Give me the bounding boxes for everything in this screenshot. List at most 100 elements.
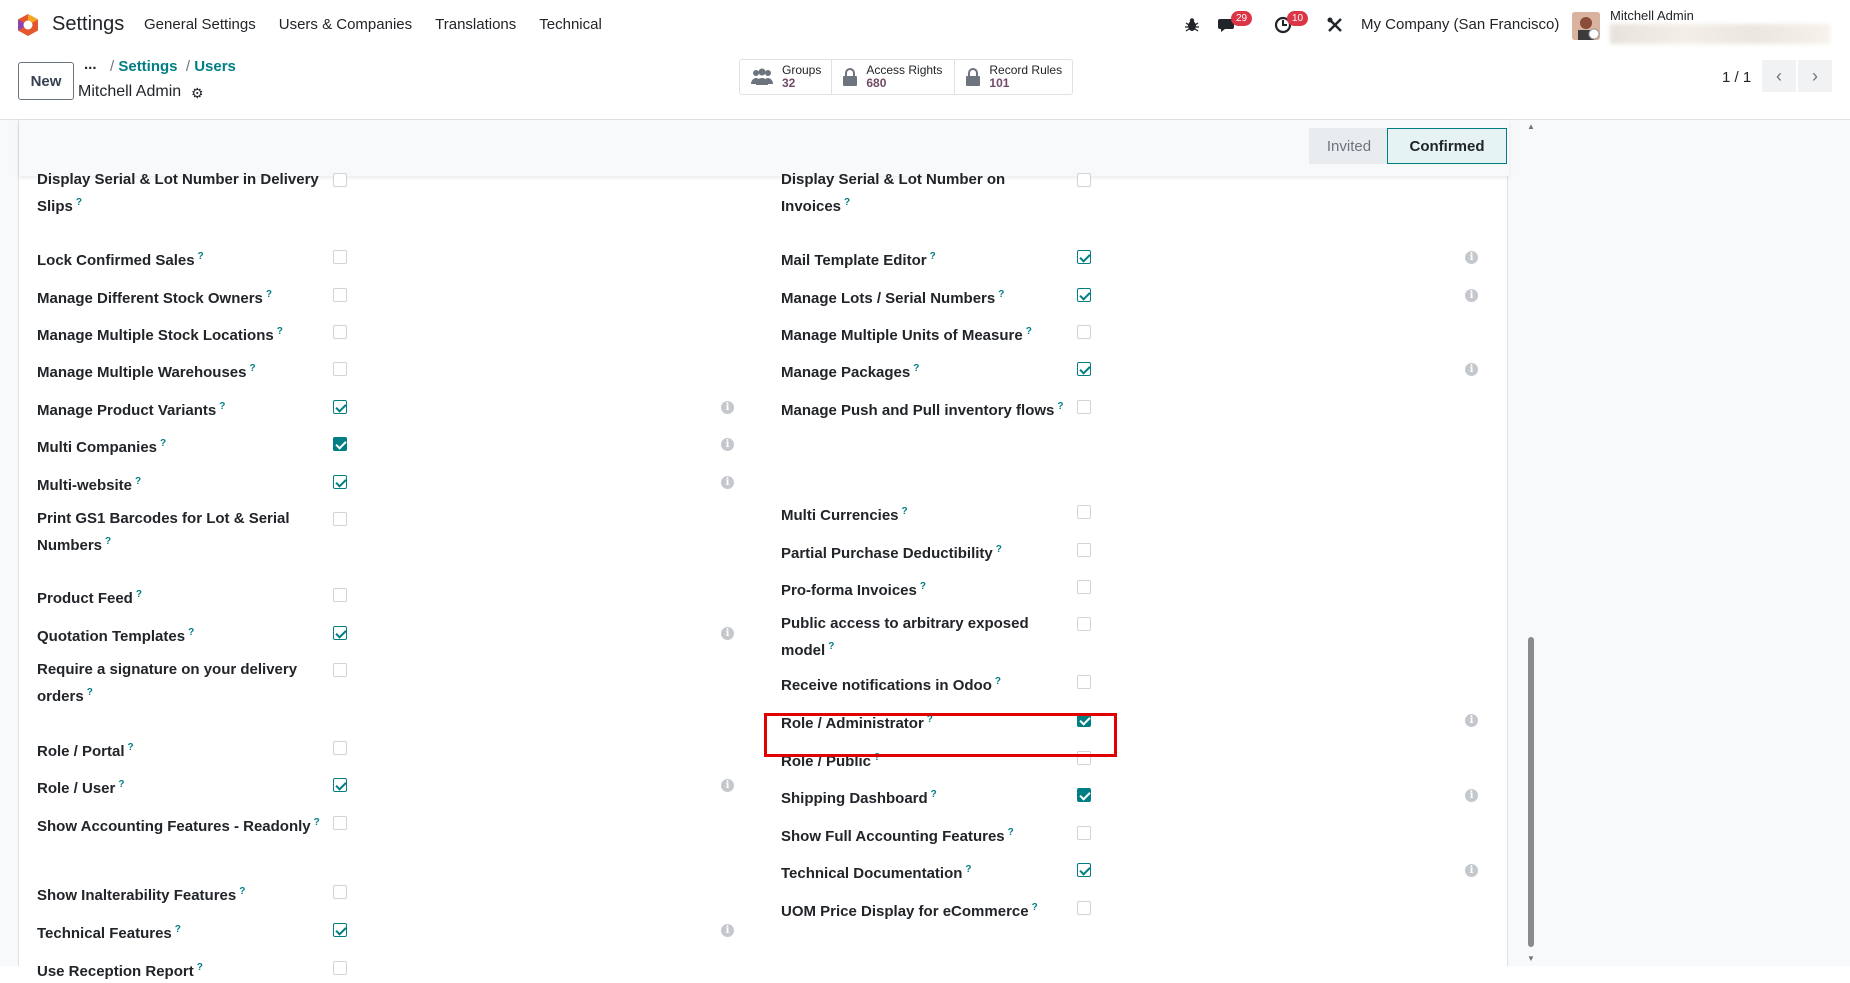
help-tooltip-icon[interactable]: ? xyxy=(998,289,1004,300)
app-title[interactable]: Settings xyxy=(52,13,124,36)
field-checkbox[interactable] xyxy=(333,741,347,755)
field-checkbox[interactable] xyxy=(1077,580,1091,594)
info-icon[interactable]: i xyxy=(1465,363,1478,376)
field-checkbox[interactable] xyxy=(1077,505,1091,519)
help-tooltip-icon[interactable]: ? xyxy=(160,438,166,449)
field-checkbox[interactable] xyxy=(333,885,347,899)
field-checkbox[interactable] xyxy=(333,663,347,677)
field-checkbox[interactable] xyxy=(1077,901,1091,915)
field-checkbox[interactable] xyxy=(333,250,347,264)
field-checkbox[interactable] xyxy=(333,923,347,937)
help-tooltip-icon[interactable]: ? xyxy=(249,363,255,374)
pager-previous-button[interactable]: ‹ xyxy=(1762,60,1796,92)
info-icon[interactable]: i xyxy=(721,476,734,489)
info-icon[interactable]: i xyxy=(1465,251,1478,264)
field-checkbox[interactable] xyxy=(333,475,347,489)
breadcrumb-more[interactable]: ... xyxy=(84,56,97,73)
help-tooltip-icon[interactable]: ? xyxy=(128,742,134,753)
field-checkbox[interactable] xyxy=(333,288,347,302)
help-tooltip-icon[interactable]: ? xyxy=(902,506,908,517)
status-confirmed[interactable]: Confirmed xyxy=(1387,128,1507,164)
help-tooltip-icon[interactable]: ? xyxy=(965,864,971,875)
help-tooltip-icon[interactable]: ? xyxy=(995,676,1001,687)
info-icon[interactable]: i xyxy=(721,779,734,792)
info-icon[interactable]: i xyxy=(1465,714,1478,727)
field-checkbox[interactable] xyxy=(1077,617,1091,631)
help-tooltip-icon[interactable]: ? xyxy=(105,536,111,547)
user-avatar[interactable] xyxy=(1572,12,1600,40)
field-checkbox[interactable] xyxy=(1077,325,1091,339)
help-tooltip-icon[interactable]: ? xyxy=(219,401,225,412)
field-checkbox[interactable] xyxy=(333,778,347,792)
field-checkbox[interactable] xyxy=(333,816,347,830)
info-icon[interactable]: i xyxy=(1465,289,1478,302)
menu-users-companies[interactable]: Users & Companies xyxy=(279,16,412,33)
help-tooltip-icon[interactable]: ? xyxy=(1057,401,1063,412)
help-tooltip-icon[interactable]: ? xyxy=(118,779,124,790)
info-icon[interactable]: i xyxy=(1465,789,1478,802)
info-icon[interactable]: i xyxy=(721,924,734,937)
gear-icon[interactable]: ⚙ xyxy=(191,85,204,102)
field-checkbox[interactable] xyxy=(333,325,347,339)
help-tooltip-icon[interactable]: ? xyxy=(87,687,93,698)
info-icon[interactable]: i xyxy=(721,401,734,414)
help-tooltip-icon[interactable]: ? xyxy=(314,817,320,828)
help-tooltip-icon[interactable]: ? xyxy=(198,251,204,262)
record-rules-smart-button[interactable]: Record Rules 101 xyxy=(955,60,1072,94)
help-tooltip-icon[interactable]: ? xyxy=(76,197,82,208)
field-checkbox[interactable] xyxy=(1077,788,1091,802)
info-icon[interactable]: i xyxy=(1465,864,1478,877)
odoo-apps-icon[interactable] xyxy=(16,13,40,37)
field-checkbox[interactable] xyxy=(1077,675,1091,689)
field-checkbox[interactable] xyxy=(1077,288,1091,302)
field-checkbox[interactable] xyxy=(1077,400,1091,414)
help-tooltip-icon[interactable]: ? xyxy=(996,544,1002,555)
new-button[interactable]: New xyxy=(18,62,74,100)
menu-general-settings[interactable]: General Settings xyxy=(144,16,256,33)
field-checkbox[interactable] xyxy=(1077,250,1091,264)
field-checkbox[interactable] xyxy=(1077,863,1091,877)
field-checkbox[interactable] xyxy=(333,400,347,414)
field-checkbox[interactable] xyxy=(333,626,347,640)
pager-next-button[interactable]: › xyxy=(1798,60,1832,92)
help-tooltip-icon[interactable]: ? xyxy=(1026,326,1032,337)
help-tooltip-icon[interactable]: ? xyxy=(197,962,203,973)
company-switcher[interactable]: My Company (San Francisco) xyxy=(1361,16,1559,33)
menu-translations[interactable]: Translations xyxy=(435,16,516,33)
help-tooltip-icon[interactable]: ? xyxy=(1008,827,1014,838)
help-tooltip-icon[interactable]: ? xyxy=(136,589,142,600)
scrollbar-thumb[interactable] xyxy=(1528,637,1534,947)
field-checkbox[interactable] xyxy=(333,512,347,526)
field-checkbox[interactable] xyxy=(333,362,347,376)
help-tooltip-icon[interactable]: ? xyxy=(920,581,926,592)
info-icon[interactable]: i xyxy=(721,438,734,451)
info-icon[interactable]: i xyxy=(721,627,734,640)
field-checkbox[interactable] xyxy=(1077,362,1091,376)
help-tooltip-icon[interactable]: ? xyxy=(277,326,283,337)
scrollbar[interactable]: ▲ ▼ xyxy=(1524,122,1538,966)
menu-technical[interactable]: Technical xyxy=(539,16,602,33)
pager-value[interactable]: 1 / 1 xyxy=(1722,69,1751,86)
help-tooltip-icon[interactable]: ? xyxy=(931,789,937,800)
help-tooltip-icon[interactable]: ? xyxy=(1032,902,1038,913)
help-tooltip-icon[interactable]: ? xyxy=(913,363,919,374)
field-checkbox[interactable] xyxy=(333,173,347,187)
help-tooltip-icon[interactable]: ? xyxy=(175,924,181,935)
access-rights-smart-button[interactable]: Access Rights 680 xyxy=(832,60,956,94)
field-checkbox[interactable] xyxy=(1077,826,1091,840)
breadcrumb-settings[interactable]: Settings xyxy=(118,58,177,75)
field-checkbox[interactable] xyxy=(333,961,347,975)
field-checkbox[interactable] xyxy=(1077,173,1091,187)
help-tooltip-icon[interactable]: ? xyxy=(135,476,141,487)
user-name[interactable]: Mitchell Admin xyxy=(1610,8,1694,23)
breadcrumb-users[interactable]: Users xyxy=(194,58,236,75)
status-invited[interactable]: Invited xyxy=(1309,128,1389,164)
help-tooltip-icon[interactable]: ? xyxy=(930,251,936,262)
help-tooltip-icon[interactable]: ? xyxy=(844,197,850,208)
help-tooltip-icon[interactable]: ? xyxy=(239,886,245,897)
field-checkbox[interactable] xyxy=(1077,543,1091,557)
help-tooltip-icon[interactable]: ? xyxy=(188,627,194,638)
help-tooltip-icon[interactable]: ? xyxy=(828,641,834,652)
help-tooltip-icon[interactable]: ? xyxy=(266,289,272,300)
bug-icon[interactable] xyxy=(1184,12,1200,38)
